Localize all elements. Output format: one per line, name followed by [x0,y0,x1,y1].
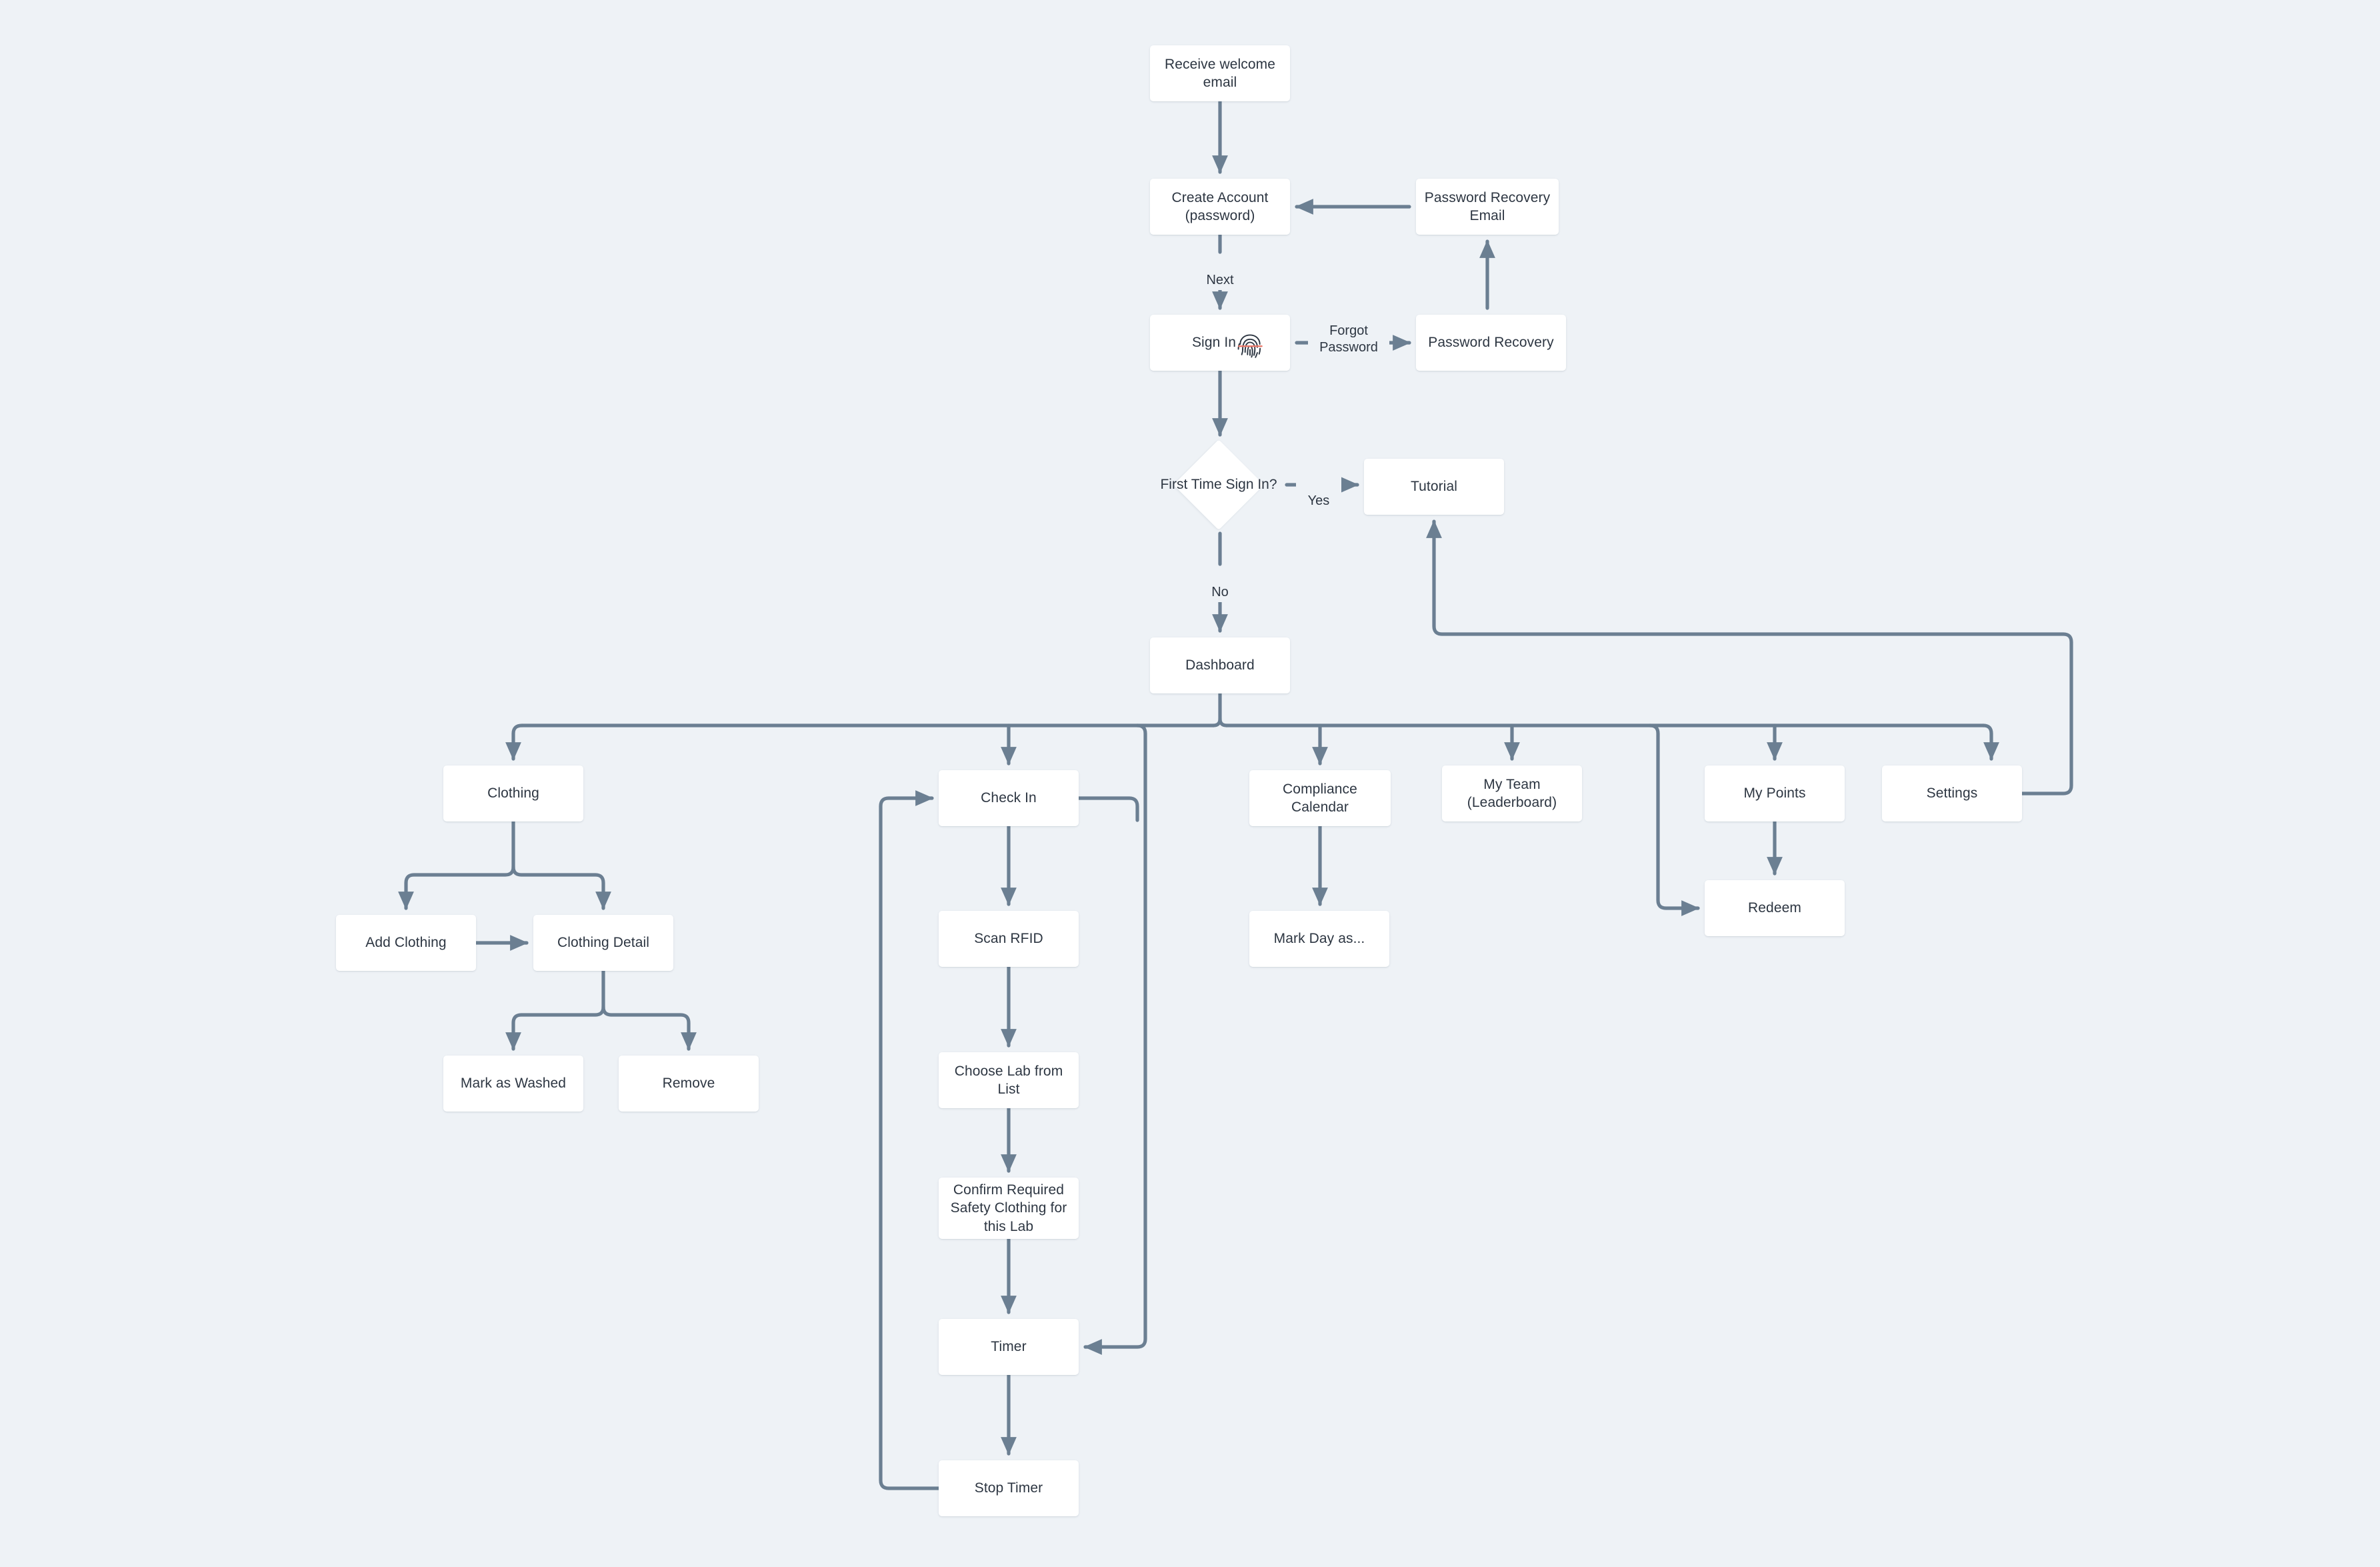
node-receive-welcome-email[interactable]: Receive welcome email [1150,45,1290,101]
node-settings[interactable]: Settings [1882,765,2022,822]
node-first-time-sign-in[interactable]: First Time Sign In? [1153,439,1284,530]
node-remove[interactable]: Remove [619,1056,759,1112]
node-confirm-safety-clothing[interactable]: Confirm Required Safety Clothing for thi… [939,1178,1079,1239]
node-label: Scan RFID [974,931,1043,947]
edge-label-yes: Yes [1296,475,1341,511]
node-dashboard[interactable]: Dashboard [1150,637,1290,693]
node-clothing-detail[interactable]: Clothing Detail [533,915,673,971]
node-label: My Team (Leaderboard) [1467,776,1557,810]
node-clothing[interactable]: Clothing [443,765,583,822]
node-label: Settings [1926,786,1978,802]
edge-detail-to-remove [601,1005,697,1051]
edge-clothing-to-detail [511,865,611,910]
node-label: Check In [981,790,1037,806]
node-check-in[interactable]: Check In [939,770,1079,826]
edge-dashboard-to-clothing [505,723,524,761]
fingerprint-icon [1235,331,1265,360]
node-label: Confirm Required Safety Clothing for thi… [950,1182,1067,1234]
node-sign-in[interactable]: Sign In [1150,315,1290,371]
node-my-points[interactable]: My Points [1705,765,1845,822]
node-label: Mark Day as... [1273,931,1365,947]
node-label: Clothing Detail [557,935,650,951]
node-mark-as-washed[interactable]: Mark as Washed [443,1056,583,1112]
flowchart-canvas: Receive welcome email Create Account (pa… [0,0,2380,1567]
node-password-recovery-email[interactable]: Password Recovery Email [1416,179,1559,235]
node-compliance-calendar[interactable]: Compliance Calendar [1249,770,1391,826]
node-label: Compliance Calendar [1283,781,1357,815]
node-label: Redeem [1748,900,1801,916]
node-label: First Time Sign In? [1160,477,1277,492]
node-add-clothing[interactable]: Add Clothing [336,915,476,971]
node-label: Mark as Washed [460,1076,567,1092]
edge-clothing-to-add [398,865,515,910]
edge-checkin-right-out [1077,796,1139,822]
edge-label-next: Next [1187,254,1253,290]
node-label: Tutorial [1410,479,1458,495]
node-stop-timer[interactable]: Stop Timer [939,1460,1079,1516]
node-timer[interactable]: Timer [939,1319,1079,1375]
edge-label-forgot-password: Forgot Password [1308,305,1389,357]
node-label: Remove [662,1076,715,1092]
edge-dashboard-to-redeem [1648,723,1700,916]
node-scan-rfid[interactable]: Scan RFID [939,911,1079,967]
node-label: Password Recovery Email [1424,189,1551,223]
node-label: Create Account (password) [1171,189,1269,223]
node-label: Choose Lab from List [954,1063,1063,1097]
edge-stoptimer-to-checkin [879,790,941,1490]
node-label: Receive welcome email [1164,56,1276,90]
edge-label-no: No [1200,566,1240,602]
node-label: Sign In [1191,335,1237,351]
node-label: Clothing [487,786,539,802]
node-label: Dashboard [1185,657,1255,673]
connector-layer [398,99,2073,1490]
edge-dashboard-to-timer [1083,723,1147,1355]
node-label: Timer [991,1339,1027,1355]
node-mark-day-as[interactable]: Mark Day as... [1249,911,1389,967]
node-password-recovery[interactable]: Password Recovery [1416,315,1566,371]
edge-dashboard-stem [1211,691,1222,727]
edge-settings-to-tutorial [1426,519,2073,796]
edge-detail-to-washed [505,1005,605,1051]
node-label: My Points [1743,786,1806,802]
edge-dashboard-to-settings [1981,723,1999,761]
node-create-account[interactable]: Create Account (password) [1150,179,1290,235]
node-label: Password Recovery [1428,335,1554,351]
node-choose-lab-from-list[interactable]: Choose Lab from List [939,1052,1079,1108]
node-redeem[interactable]: Redeem [1705,880,1845,936]
dashboard-bus-joint [1218,717,1229,727]
node-label: Add Clothing [365,935,447,951]
node-my-team-leaderboard[interactable]: My Team (Leaderboard) [1442,765,1582,822]
node-tutorial[interactable]: Tutorial [1364,459,1504,515]
node-label: Stop Timer [974,1480,1043,1496]
